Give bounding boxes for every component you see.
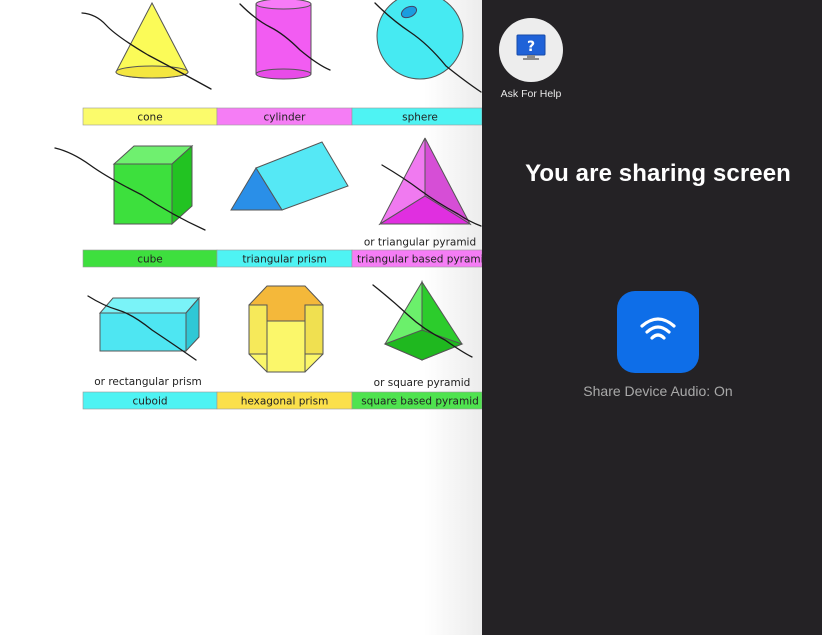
- label-triangular-based-pyramid: triangular based pyramid: [357, 254, 482, 266]
- ask-for-help-button[interactable]: ?: [499, 18, 563, 82]
- wifi-signal-icon: [636, 312, 680, 353]
- square-pyramid-shape: [383, 280, 464, 361]
- cuboid-shape: [98, 296, 201, 353]
- caption-rectangular-prism: or rectangular prism: [94, 376, 202, 388]
- screen-share-panel: ? Ask For Help You are sharing screen Sh…: [482, 0, 822, 635]
- caption-triangular-pyramid: or triangular pyramid: [364, 237, 476, 249]
- question-monitor-icon: ?: [516, 34, 546, 67]
- share-audio-status: Share Device Audio: On: [583, 383, 733, 399]
- label-triangular-prism: triangular prism: [242, 254, 326, 266]
- shapes-worksheet: cone cylinder sphere or triangular pyram…: [54, 0, 482, 410]
- sharing-status-title: You are sharing screen: [525, 160, 791, 187]
- cube-shape: [112, 144, 194, 226]
- label-cylinder: cylinder: [264, 112, 307, 124]
- label-cuboid: cuboid: [132, 396, 167, 408]
- label-hexagonal-prism: hexagonal prism: [241, 396, 329, 408]
- cylinder-shape: [255, 0, 312, 80]
- triangular-pyramid-shape: [378, 137, 472, 226]
- shared-screen-content: cone cylinder sphere or triangular pyram…: [0, 0, 482, 635]
- caption-square-pyramid: or square pyramid: [374, 377, 471, 389]
- ask-for-help-label: Ask For Help: [500, 88, 562, 100]
- cone-shape: [115, 1, 189, 79]
- label-cube: cube: [137, 254, 163, 266]
- share-audio-toggle[interactable]: [617, 291, 699, 373]
- label-sphere: sphere: [402, 112, 438, 124]
- label-square-based-pyramid: square based pyramid: [361, 396, 479, 408]
- triangular-prism-shape: [230, 141, 349, 211]
- svg-text:?: ?: [527, 39, 535, 55]
- label-cone: cone: [137, 112, 162, 124]
- hexagonal-prism-shape: [248, 285, 324, 373]
